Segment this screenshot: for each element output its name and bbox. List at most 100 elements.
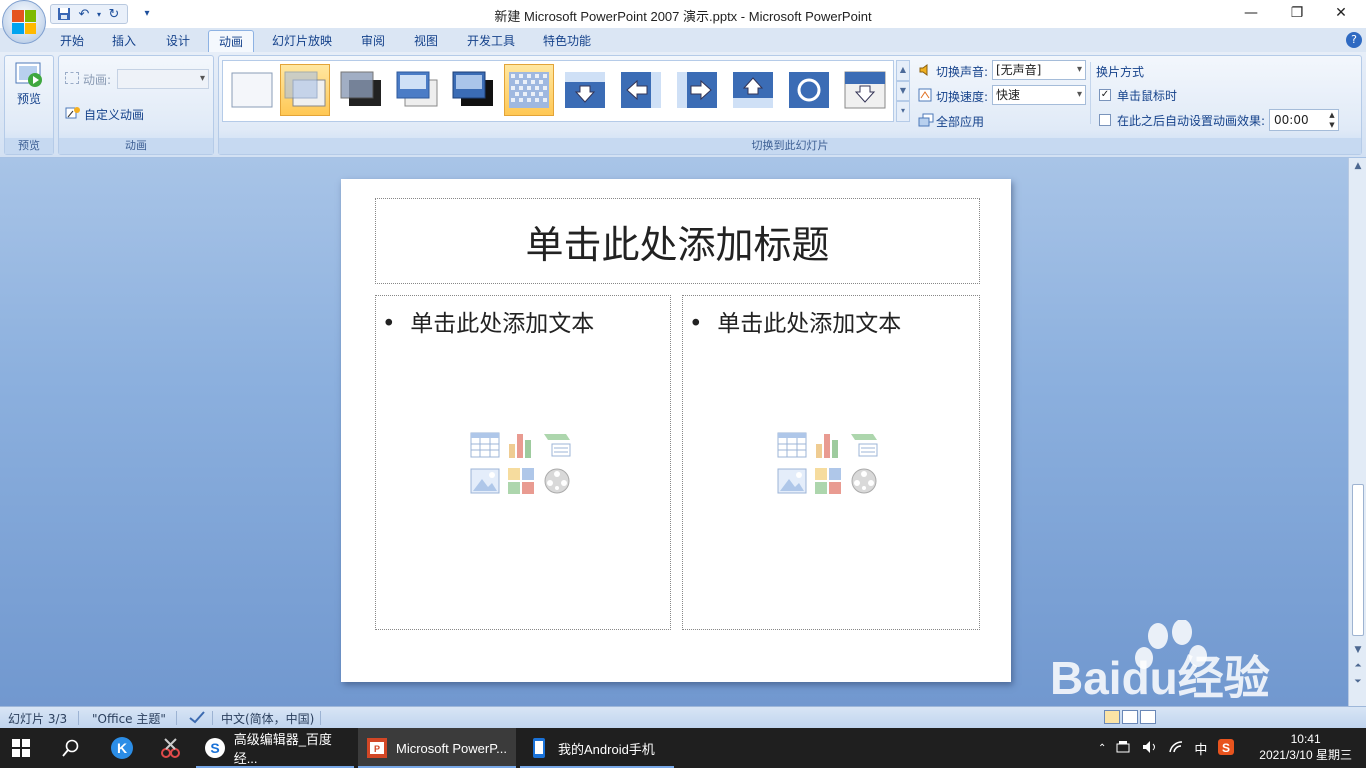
gallery-more-icon[interactable]: ▾ [896,101,910,123]
left-content-icons [470,430,576,500]
sogou-ime-icon[interactable]: S [1217,738,1235,759]
powerpoint-icon: P [367,738,387,758]
scroll-thumb[interactable] [1352,484,1364,636]
restore-icon[interactable]: ❐ [1274,0,1320,26]
transition-fade-smooth-thumb[interactable] [280,64,330,116]
right-content-placeholder[interactable]: • 单击此处添加文本 [682,295,980,630]
animation-dropdown[interactable] [117,69,209,89]
group-divider [1090,62,1091,124]
insert-media-icon[interactable] [849,466,879,496]
insert-clip-art-icon[interactable] [506,466,536,496]
on-mouse-click-checkbox[interactable]: ✓ [1099,89,1111,101]
scroll-up-icon[interactable]: ▲ [1349,158,1366,174]
office-button[interactable] [2,0,46,44]
transition-wipe-down-thumb[interactable] [560,64,610,116]
insert-smartart-icon[interactable] [849,430,879,460]
theme-name[interactable]: "Office 主题" [92,710,166,727]
insert-media-icon[interactable] [542,466,572,496]
transition-cut-thumb[interactable] [392,64,442,116]
spell-check-icon[interactable] [188,710,206,727]
ime-indicator[interactable]: 中 [1194,739,1207,758]
taskbar-app-android[interactable]: 我的Android手机 [520,728,674,768]
transition-sound-dropdown[interactable]: [无声音] [992,60,1086,80]
custom-animation-button[interactable]: 自定义动画 [84,106,144,123]
tab-special-features[interactable]: 特色功能 [534,30,600,52]
transition-speed-dropdown[interactable]: 快速 [992,85,1086,105]
minimize-icon[interactable]: — [1228,0,1274,26]
clock-time: 10:41 [1290,732,1321,746]
left-content-placeholder[interactable]: • 单击此处添加文本 [375,295,671,630]
transition-wipe-left-thumb[interactable] [616,64,666,116]
help-icon[interactable]: ? [1346,32,1362,48]
clock-date: 2021/3/10 星期三 [1259,748,1352,762]
transition-wipe-right-thumb[interactable] [672,64,722,116]
tray-overflow-icon[interactable]: ⌃ [1098,743,1106,754]
apply-all-icon [918,113,934,127]
tab-insert[interactable]: 插入 [102,30,146,52]
taskbar-app-label: 我的Android手机 [558,741,655,757]
system-tray: ⌃ 中 S [1098,728,1235,768]
tab-home[interactable]: 开始 [50,30,94,52]
next-slide-icon[interactable]: ⏷ [1349,674,1366,690]
status-separator [78,711,79,725]
search-icon[interactable] [62,728,84,768]
preview-button[interactable]: 预览 [7,60,51,120]
transition-push-down-thumb[interactable] [840,64,890,116]
insert-picture-icon[interactable] [470,466,500,496]
volume-icon[interactable] [1142,740,1158,757]
insert-chart-icon[interactable] [813,430,843,460]
tab-developer[interactable]: 开发工具 [458,30,524,52]
wifi-icon[interactable] [1168,740,1184,757]
apply-to-all-button[interactable]: 全部应用 [936,113,984,130]
insert-clip-art-icon[interactable] [813,466,843,496]
advance-slide-title: 换片方式 [1096,65,1145,79]
right-content-icons [777,430,883,500]
transition-wipe-up-thumb[interactable] [728,64,778,116]
insert-table-icon[interactable] [470,430,500,460]
taskbar-app-powerpoint[interactable]: P Microsoft PowerP... [358,728,516,768]
auto-after-checkbox[interactable] [1099,114,1111,126]
transition-dissolve-thumb[interactable] [504,64,554,116]
status-bar: 幻灯片 3/3 "Office 主题" 中文(简体，中国) [0,706,1366,728]
language-indicator[interactable]: 中文(简体，中国) [221,710,314,727]
normal-view-icon[interactable] [1104,710,1120,724]
slideshow-view-icon[interactable] [1140,710,1156,724]
insert-table-icon[interactable] [777,430,807,460]
taskbar-app-sogou-editor[interactable]: S 高级编辑器_百度经... [196,728,354,768]
time-spinner-icon[interactable]: ▲ ▼ [1326,110,1338,130]
insert-picture-icon[interactable] [777,466,807,496]
tab-review[interactable]: 审阅 [350,30,396,52]
clock[interactable]: 10:41 2021/3/10 星期三 [1259,731,1352,763]
snipping-tool-icon[interactable] [158,728,184,768]
kugou-app-icon[interactable]: K [110,728,134,768]
previous-slide-icon[interactable]: ⏶ [1349,658,1366,674]
svg-text:P: P [374,744,380,754]
insert-smartart-icon[interactable] [542,430,572,460]
vertical-scrollbar[interactable]: ▲ ▼ ⏶ ⏷ [1348,158,1366,706]
office-logo-icon [12,10,36,34]
sound-icon [918,63,932,77]
transition-shape-circle-thumb[interactable] [784,64,834,116]
gallery-scroll-up-icon[interactable]: ▲ [896,60,910,81]
ribbon-tabs: 开始 插入 设计 动画 幻灯片放映 审阅 视图 开发工具 特色功能 ? [0,28,1366,52]
slide-canvas: 单击此处添加标题 • 单击此处添加文本 • 单击此处添加文本 [341,179,1011,682]
gallery-scroll-down-icon[interactable]: ▼ [896,80,910,102]
transition-speed-label: 切换速度: [936,90,989,104]
transition-none-thumb[interactable] [227,64,277,116]
title-placeholder[interactable]: 单击此处添加标题 [375,198,980,284]
insert-chart-icon[interactable] [506,430,536,460]
tab-design[interactable]: 设计 [156,30,200,52]
slide-sorter-view-icon[interactable] [1122,710,1138,724]
transition-fade-black-thumb[interactable] [336,64,386,116]
auto-after-label: 在此之后自动设置动画效果: [1117,114,1266,128]
network-icon[interactable] [1116,740,1132,757]
start-icon[interactable] [12,728,38,768]
svg-text:S: S [210,740,219,756]
tab-view[interactable]: 视图 [404,30,448,52]
transition-cut-black-thumb[interactable] [448,64,498,116]
tab-slideshow[interactable]: 幻灯片放映 [264,30,340,52]
scroll-down-icon[interactable]: ▼ [1349,642,1366,658]
close-icon[interactable]: ✕ [1318,0,1364,26]
tab-animations[interactable]: 动画 [208,30,254,52]
preview-group-label: 预览 [5,138,53,154]
